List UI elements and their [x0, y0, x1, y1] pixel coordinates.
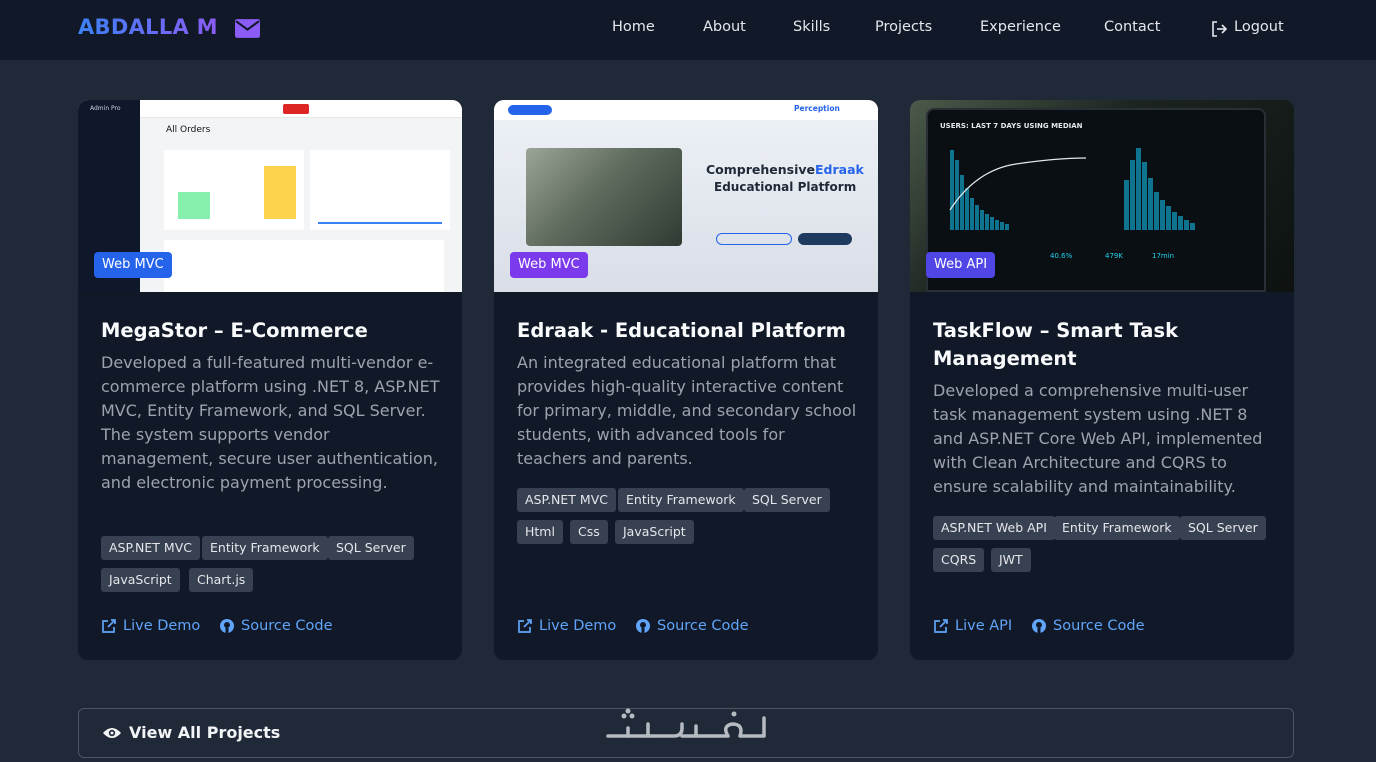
source-code-label: Source Code	[1053, 618, 1145, 634]
project-card-taskflow: USERS: LAST 7 DAYS USING MEDIAN 479K 17m…	[910, 100, 1294, 660]
nav-home[interactable]: Home	[612, 19, 655, 35]
nav-logout[interactable]: Logout	[1234, 19, 1284, 35]
live-demo-link[interactable]: Live Demo	[101, 616, 200, 636]
project-card-edraak: Perception ComprehensiveEdraak Education…	[494, 100, 878, 660]
brand-logo[interactable]: ABDALLA M	[78, 15, 218, 39]
project-title: TaskFlow – Smart Task Management	[933, 319, 1179, 370]
project-description: Developed a full-featured multi-vendor e…	[101, 353, 440, 492]
external-link-icon	[102, 619, 116, 633]
category-badge: Web MVC	[94, 252, 172, 278]
eye-icon	[103, 728, 121, 738]
github-icon	[220, 619, 234, 633]
nav-about[interactable]: About	[703, 19, 746, 35]
thumb-chart	[1124, 148, 1195, 230]
tech-tag: Entity Framework	[618, 488, 744, 512]
external-link-icon	[518, 619, 532, 633]
tech-tag: SQL Server	[328, 536, 414, 560]
thumb-logo: Perception	[794, 104, 840, 113]
github-icon	[636, 619, 650, 633]
category-badge: Web MVC	[510, 252, 588, 278]
thumb-heading-a: Comprehensive	[706, 162, 816, 177]
mail-icon[interactable]	[235, 19, 260, 38]
thumb-stat: 17min	[1152, 252, 1175, 260]
source-code-label: Source Code	[241, 618, 333, 634]
category-badge: Web API	[926, 252, 996, 278]
nav-contact[interactable]: Contact	[1104, 19, 1160, 35]
tech-tag: Css	[570, 520, 608, 544]
nav-experience[interactable]: Experience	[980, 19, 1061, 35]
source-code-link[interactable]: Source Code	[219, 616, 333, 636]
tech-tag: Html	[517, 520, 563, 544]
project-title: Edraak - Educational Platform	[517, 319, 846, 342]
tech-tag: SQL Server	[1180, 516, 1266, 540]
project-description: Developed a comprehensive multi-user tas…	[933, 381, 1263, 496]
view-all-label: View All Projects	[129, 723, 281, 742]
tech-tag: Entity Framework	[1054, 516, 1180, 540]
thumb-sidebar-brand: Admin Pro	[90, 105, 121, 112]
thumb-stat: 40.6%	[1050, 252, 1073, 260]
tech-tag: Entity Framework	[202, 536, 328, 560]
logout-icon[interactable]	[1210, 20, 1228, 38]
nav-projects[interactable]: Projects	[875, 19, 932, 35]
thumb-header: USERS: LAST 7 DAYS USING MEDIAN	[940, 122, 1083, 130]
tech-tag: ASP.NET Web API	[933, 516, 1055, 540]
project-card-megastor: Admin Pro All Orders Web MVC MegaStor – …	[78, 100, 462, 660]
thumb-heading-c: Educational Platform	[714, 180, 857, 194]
project-title: MegaStor – E-Commerce	[101, 319, 368, 342]
thumb-heading-b: Edraak	[815, 162, 864, 177]
live-demo-label: Live Demo	[123, 618, 201, 634]
tech-tag: JWT	[991, 548, 1031, 572]
tech-tag: Chart.js	[189, 568, 254, 592]
tech-tag: CQRS	[933, 548, 985, 572]
external-link-icon	[934, 619, 948, 633]
source-code-link[interactable]: Source Code	[1031, 616, 1145, 636]
tech-tag: SQL Server	[744, 488, 830, 512]
live-api-label: Live API	[955, 618, 1013, 634]
live-demo-link[interactable]: Live Demo	[517, 616, 616, 636]
source-code-link[interactable]: Source Code	[635, 616, 749, 636]
khamsat-watermark-logo	[606, 708, 766, 738]
live-demo-label: Live Demo	[539, 618, 617, 634]
project-description: An integrated educational platform that …	[517, 353, 857, 468]
github-icon	[1032, 619, 1046, 633]
tech-tag: ASP.NET MVC	[517, 488, 616, 512]
live-api-link[interactable]: Live API	[933, 616, 1012, 636]
thumb-chart	[949, 150, 1087, 230]
navbar: ABDALLA M Home About Skills Projects Exp…	[0, 0, 1376, 61]
tech-tag: JavaScript	[101, 568, 180, 592]
thumb-stat: 479K	[1105, 252, 1123, 260]
source-code-label: Source Code	[657, 618, 749, 634]
nav-skills[interactable]: Skills	[793, 19, 830, 35]
thumb-page-title: All Orders	[166, 125, 211, 135]
tech-tag: JavaScript	[615, 520, 694, 544]
tech-tag: ASP.NET MVC	[101, 536, 200, 560]
